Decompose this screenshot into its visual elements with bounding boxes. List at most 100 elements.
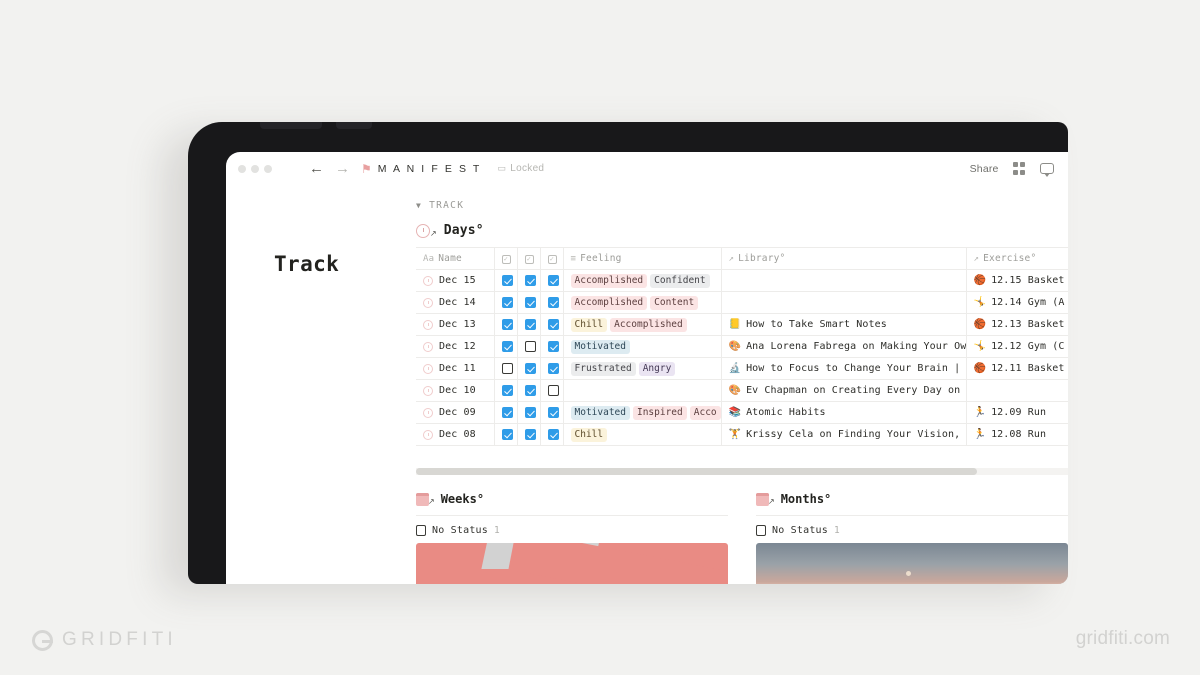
cell-checkbox-1[interactable] — [494, 357, 518, 380]
cell-checkbox-3[interactable] — [540, 379, 564, 402]
checkbox-checked[interactable] — [501, 385, 513, 396]
cell-feeling[interactable]: Motivated — [563, 335, 722, 358]
cell-exercise[interactable]: 🏀 12.13 Basket — [966, 313, 1068, 336]
cell-checkbox-1[interactable] — [494, 335, 518, 358]
cell-exercise[interactable]: 🏀 12.11 Basket — [966, 357, 1068, 380]
cell-checkbox-2[interactable] — [517, 357, 541, 380]
cell-checkbox-1[interactable] — [494, 379, 518, 402]
checkbox-checked[interactable] — [501, 319, 513, 330]
column-header-checkbox-2[interactable]: ✓ — [517, 247, 541, 270]
grid-view-icon[interactable] — [1012, 162, 1025, 175]
cell-feeling[interactable] — [563, 379, 722, 402]
cell-checkbox-2[interactable] — [517, 401, 541, 424]
cell-exercise[interactable] — [966, 379, 1068, 402]
column-header-exercise[interactable]: ↗ Exercise° — [966, 247, 1068, 270]
cell-name[interactable]: Dec 14 — [416, 291, 495, 314]
forward-arrow-icon[interactable]: → — [335, 161, 350, 176]
window-controls[interactable] — [238, 164, 272, 173]
checkbox-checked[interactable] — [524, 363, 536, 374]
cell-library[interactable]: 🔬 How to Focus to Change Your Brain | I — [721, 357, 967, 380]
checkbox-checked[interactable] — [547, 363, 559, 374]
cell-checkbox-3[interactable] — [540, 357, 564, 380]
cell-checkbox-1[interactable] — [494, 291, 518, 314]
cell-name[interactable]: Dec 13 — [416, 313, 495, 336]
table-row[interactable]: Dec 13 Chill Accomplished 📒 How to Take Smar… — [416, 313, 1068, 336]
checkbox-checked[interactable] — [547, 275, 559, 286]
scrollbar-thumb[interactable] — [416, 468, 977, 475]
cell-feeling[interactable]: Frustrated Angry — [563, 357, 722, 380]
cell-library[interactable]: 📒 How to Take Smart Notes — [721, 313, 967, 336]
cell-checkbox-2[interactable] — [517, 291, 541, 314]
share-button[interactable]: Share — [970, 163, 999, 175]
window-maximize-dot[interactable] — [264, 164, 272, 173]
cell-name[interactable]: Dec 11 — [416, 357, 495, 380]
table-row[interactable]: Dec 15 Accomplished Confident 🏀 12.15 Basket — [416, 269, 1068, 292]
cell-checkbox-3[interactable] — [540, 313, 564, 336]
column-header-checkbox-1[interactable]: ✓ — [494, 247, 518, 270]
checkbox-checked[interactable] — [524, 297, 536, 308]
checkbox-unchecked[interactable] — [501, 363, 513, 374]
checkbox-checked[interactable] — [501, 275, 513, 286]
months-database-header[interactable]: ↗ Months° — [756, 492, 1068, 516]
track-section-header[interactable]: ▼ TRACK — [416, 200, 1068, 211]
cell-checkbox-2[interactable] — [517, 423, 541, 446]
collapse-caret-icon[interactable]: ▼ — [416, 201, 422, 210]
cell-library[interactable] — [721, 291, 967, 314]
back-arrow-icon[interactable]: ← — [309, 161, 324, 176]
column-header-checkbox-3[interactable]: ✓ — [540, 247, 564, 270]
cell-library[interactable] — [721, 269, 967, 292]
days-database-header[interactable]: ↗ Days° — [416, 223, 1068, 238]
checkbox-checked[interactable] — [547, 407, 559, 418]
checkbox-checked[interactable] — [524, 407, 536, 418]
horizontal-scrollbar[interactable] — [416, 468, 1068, 475]
table-row[interactable]: Dec 10 🎨 Ev Chapman on Creating Every Day … — [416, 379, 1068, 402]
cell-exercise[interactable]: 🤸 12.12 Gym (C — [966, 335, 1068, 358]
weeks-status-group[interactable]: No Status 1 — [416, 516, 728, 543]
cell-exercise[interactable]: 🏃 12.09 Run — [966, 401, 1068, 424]
cell-library[interactable]: 🎨 Ana Lorena Fabrega on Making Your Ow — [721, 335, 967, 358]
cell-checkbox-1[interactable] — [494, 269, 518, 292]
checkbox-checked[interactable] — [501, 297, 513, 308]
cell-library[interactable]: 🎨 Ev Chapman on Creating Every Day on — [721, 379, 967, 402]
cell-checkbox-1[interactable] — [494, 313, 518, 336]
cell-feeling[interactable]: Motivated Inspired Acco — [563, 401, 722, 424]
cell-feeling[interactable]: Accomplished Content — [563, 291, 722, 314]
checkbox-unchecked[interactable] — [547, 385, 559, 396]
months-status-group[interactable]: No Status 1 — [756, 516, 1068, 543]
checkbox-checked[interactable] — [524, 385, 536, 396]
table-row[interactable]: Dec 08 Chill 🏋 Krissy Cela on Finding Your … — [416, 423, 1068, 446]
cell-checkbox-2[interactable] — [517, 379, 541, 402]
days-database-title[interactable]: Days° — [444, 223, 484, 238]
cell-library[interactable]: 🏋 Krissy Cela on Finding Your Vision, I — [721, 423, 967, 446]
cell-name[interactable]: Dec 12 — [416, 335, 495, 358]
cell-exercise[interactable]: 🤸 12.14 Gym (A — [966, 291, 1068, 314]
weeks-database-header[interactable]: ↗ Weeks° — [416, 492, 728, 516]
checkbox-checked[interactable] — [501, 407, 513, 418]
cell-checkbox-2[interactable] — [517, 313, 541, 336]
sidebar-toggle-icon[interactable] — [283, 165, 297, 172]
cell-name[interactable]: Dec 08 — [416, 423, 495, 446]
weeks-database-title[interactable]: Weeks° — [441, 492, 484, 506]
table-row[interactable]: Dec 09 Motivated Inspired Acco 📚 Atomic Habit… — [416, 401, 1068, 424]
weeks-card-thumbnail[interactable] — [416, 543, 728, 584]
cell-checkbox-1[interactable] — [494, 423, 518, 446]
cell-checkbox-1[interactable] — [494, 401, 518, 424]
months-card-thumbnail[interactable] — [756, 543, 1068, 584]
cell-checkbox-3[interactable] — [540, 269, 564, 292]
cell-exercise[interactable]: 🏃 12.08 Run — [966, 423, 1068, 446]
window-minimize-dot[interactable] — [251, 164, 259, 173]
checkbox-checked[interactable] — [501, 341, 513, 352]
cell-library[interactable]: 📚 Atomic Habits — [721, 401, 967, 424]
table-row[interactable]: Dec 12 Motivated 🎨 Ana Lorena Fabrega on Ma… — [416, 335, 1068, 358]
checkbox-checked[interactable] — [547, 297, 559, 308]
breadcrumb[interactable]: M A N I F E S T — [378, 163, 482, 175]
cell-checkbox-3[interactable] — [540, 335, 564, 358]
cell-feeling[interactable]: Chill Accomplished — [563, 313, 722, 336]
cell-name[interactable]: Dec 10 — [416, 379, 495, 402]
cell-checkbox-3[interactable] — [540, 291, 564, 314]
cell-exercise[interactable]: 🏀 12.15 Basket — [966, 269, 1068, 292]
checkbox-checked[interactable] — [547, 341, 559, 352]
cell-checkbox-3[interactable] — [540, 423, 564, 446]
cell-checkbox-2[interactable] — [517, 335, 541, 358]
checkbox-unchecked[interactable] — [524, 341, 536, 352]
